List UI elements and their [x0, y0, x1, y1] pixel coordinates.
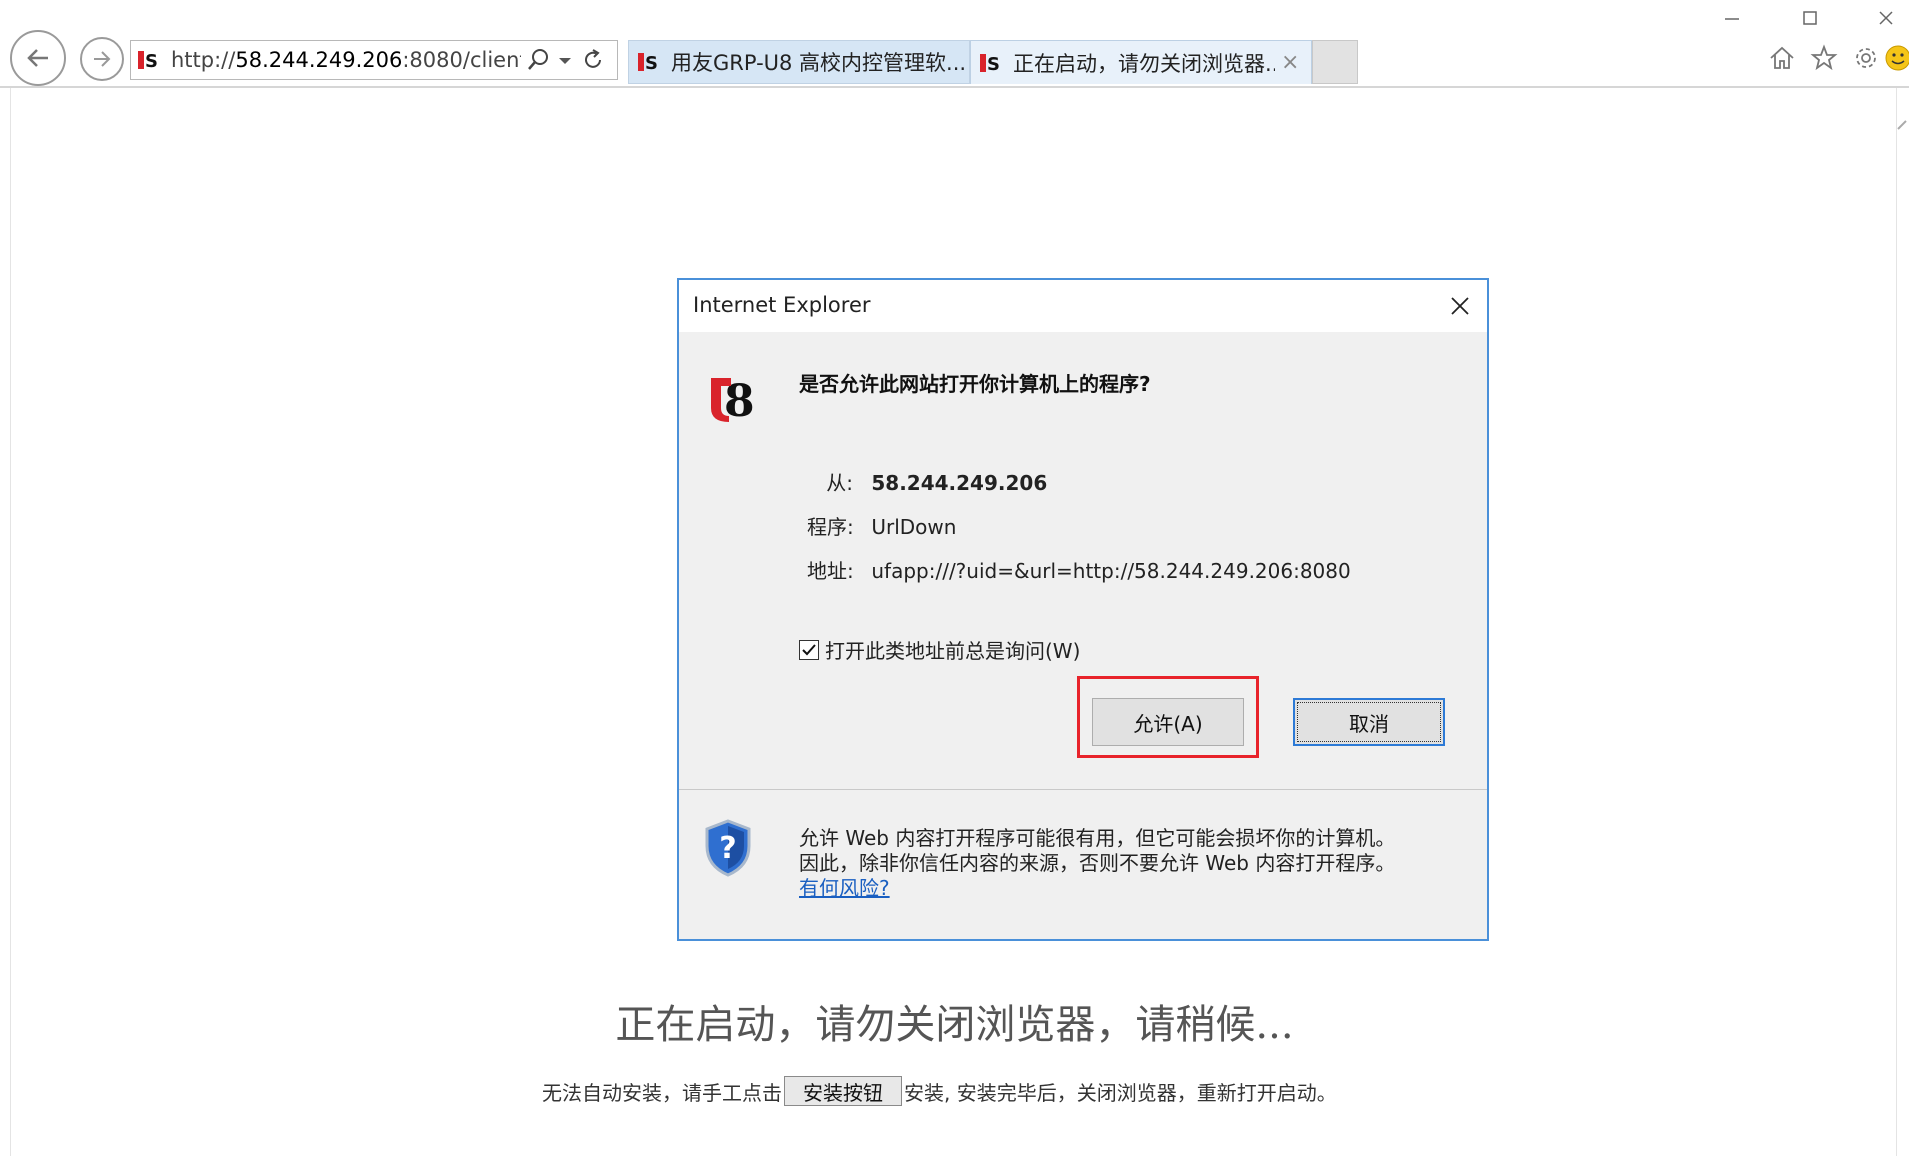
install-instructions: 无法自动安装，请手工点击 安装按钮 安装, 安装完毕后，关闭浏览器，重新打开启动… [542, 1076, 1337, 1106]
new-tab-button[interactable] [1312, 40, 1358, 84]
info-address: 地址: ufapp:///?uid=&url=http://58.244.249… [807, 555, 1351, 584]
dialog-close-button[interactable] [1439, 286, 1481, 326]
checkmark-icon [802, 643, 816, 655]
browser-chrome: S http://58.244.249.206:8080/clientapp S… [0, 0, 1909, 88]
checkbox-label: 打开此类地址前总是询问(W) [825, 639, 1081, 663]
minimize-icon[interactable] [1712, 6, 1752, 30]
from-value: 58.244.249.206 [871, 471, 1048, 495]
home-icon[interactable] [1766, 42, 1798, 74]
tab-close-icon[interactable]: × [1281, 50, 1299, 75]
ie-security-dialog: Internet Explorer 8 是否允许此网站打开你计算机上的程序? 从… [677, 278, 1489, 941]
search-icon[interactable] [527, 48, 551, 72]
security-shield-icon: ? [705, 819, 751, 877]
tab-starting[interactable]: S 正在启动，请勿关闭浏览器... × [970, 40, 1312, 84]
dialog-divider [679, 789, 1487, 790]
feedback-smiley-icon[interactable] [1884, 42, 1909, 74]
back-button[interactable] [10, 30, 66, 86]
what-risk-link[interactable]: 有何风险? [799, 872, 890, 901]
forward-arrow-icon [94, 51, 111, 67]
allow-button[interactable]: 允许(A) [1092, 698, 1244, 746]
dialog-question: 是否允许此网站打开你计算机上的程序? [799, 372, 1151, 396]
dropdown-arrow-icon[interactable] [557, 48, 573, 72]
favorites-star-icon[interactable] [1808, 42, 1840, 74]
settings-gear-icon[interactable] [1850, 42, 1882, 74]
scroll-up-icon[interactable] [1896, 118, 1909, 132]
maximize-icon[interactable] [1790, 6, 1830, 30]
u8-logo-icon: 8 [711, 376, 755, 424]
install-prefix: 无法自动安装，请手工点击 [542, 1080, 782, 1105]
window-close-icon[interactable] [1866, 6, 1906, 30]
refresh-icon[interactable] [581, 48, 605, 72]
u8-favicon-icon: S [980, 53, 1000, 74]
svg-text:S: S [987, 54, 1000, 74]
dialog-titlebar: Internet Explorer [679, 280, 1487, 332]
dialog-title: Internet Explorer [693, 293, 871, 317]
u8-favicon-icon: S [138, 51, 158, 71]
back-arrow-icon [27, 49, 48, 67]
u8-favicon-icon: S [638, 53, 658, 73]
from-label: 从: [826, 471, 853, 495]
info-from: 从: 58.244.249.206 [807, 467, 1047, 496]
close-icon [1451, 297, 1469, 315]
tab-grp-u8[interactable]: S 用友GRP-U8 高校内控管理软... [628, 40, 970, 84]
always-ask-checkbox[interactable]: 打开此类地址前总是询问(W) [799, 635, 1080, 664]
tab-label: 用友GRP-U8 高校内控管理软... [671, 51, 967, 75]
info-program: 程序: UrlDown [807, 511, 956, 540]
install-suffix: 安装, 安装完毕后，关闭浏览器，重新打开启动。 [904, 1080, 1337, 1105]
program-value: UrlDown [871, 515, 957, 539]
program-label: 程序: [807, 515, 854, 539]
tab-label: 正在启动，请勿关闭浏览器... [1013, 51, 1275, 76]
address-bar[interactable]: S http://58.244.249.206:8080/clientapp [130, 40, 618, 80]
address-label: 地址: [807, 559, 854, 583]
address-url[interactable]: http://58.244.249.206:8080/clientapp [171, 48, 521, 72]
svg-text:S: S [145, 51, 158, 71]
address-value: ufapp:///?uid=&url=http://58.244.249.206… [871, 559, 1351, 583]
starting-message: 正在启动，请勿关闭浏览器，请稍候... [615, 1002, 1294, 1048]
cancel-button[interactable]: 取消 [1293, 698, 1445, 746]
chrome-separator [0, 86, 1909, 88]
install-button[interactable]: 安装按钮 [784, 1076, 902, 1106]
checkbox-box[interactable] [799, 639, 819, 660]
svg-text:?: ? [719, 831, 736, 866]
forward-button[interactable] [80, 37, 124, 81]
svg-text:S: S [645, 53, 658, 73]
